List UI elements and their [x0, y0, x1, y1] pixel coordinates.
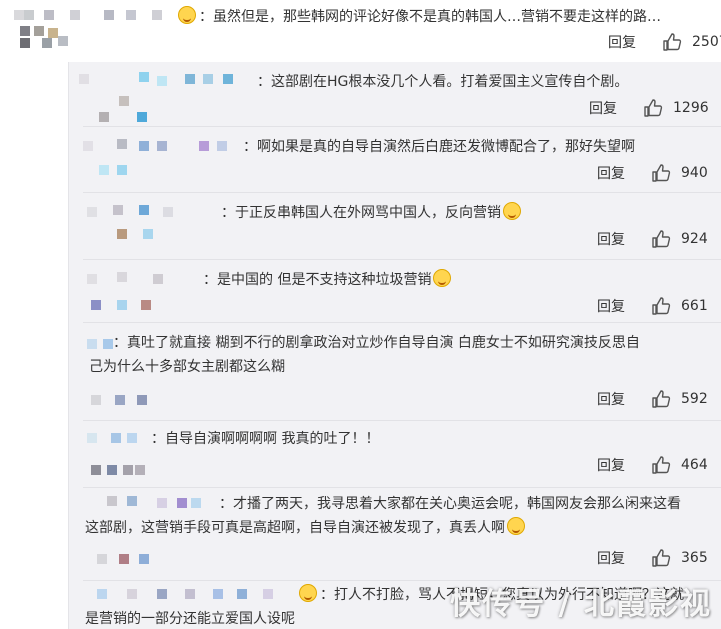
reply-text-line: ：是中国的 但是不支持这种垃圾营销 [203, 272, 432, 288]
like-count: 940 [681, 165, 708, 181]
like-count: 1296 [673, 100, 709, 116]
grin-emoji-icon [503, 202, 521, 220]
reply-text-line: ：这部剧在HG根本没几个人看。打着爱国主义宣传自个剧。 [257, 74, 629, 90]
reply-text-line: ：啊如果是真的自导自演然后白鹿还发微博配合了，那好失望啊 [243, 139, 635, 155]
reply-item: ：这部剧在HG根本没几个人看。打着爱国主义宣传自个剧。 回复 1296 [69, 62, 721, 126]
like-count: 592 [681, 391, 708, 407]
reply-button[interactable]: 回复 [597, 389, 625, 409]
reply-text-line: ：才播了两天，我寻思着大家都在关心奥运会呢，韩国网友会那么闲来这看 [219, 496, 681, 512]
reply-button[interactable]: 回复 [608, 32, 636, 52]
reply-button[interactable]: 回复 [597, 548, 625, 568]
blurred-username [14, 10, 174, 50]
like-count: 464 [681, 457, 708, 473]
like-count: 365 [681, 550, 708, 566]
like-count: 661 [681, 298, 708, 314]
top-comment: ：虽然但是，那些韩网的评论好像不是真的韩国人…营销不要走这样的路… 回复 250… [0, 0, 721, 62]
blurred-username [79, 72, 249, 126]
watermark: 快传号 / 北霞影视 [450, 587, 712, 622]
like-count: 924 [681, 231, 708, 247]
emoji-face-icon [178, 6, 196, 24]
emoji-face-icon [299, 584, 317, 602]
thumbs-up-icon[interactable] [651, 163, 671, 183]
grin-emoji-icon [433, 269, 452, 287]
blurred-username [83, 139, 243, 185]
reply-button[interactable]: 回复 [597, 229, 625, 249]
reply-item: ：真吐了就直接 糊到不行的剧拿政治对立炒作自导自演 白鹿女士不如研究演技反思自 … [69, 323, 721, 420]
blurred-username [87, 205, 217, 253]
reply-item: ：是中国的 但是不支持这种垃圾营销 回复 661 [69, 260, 721, 322]
reply-item: ：啊如果是真的自导自演然后白鹿还发微博配合了，那好失望啊 回复 940 [69, 127, 721, 192]
thumbs-up-icon[interactable] [651, 548, 671, 568]
reply-button[interactable]: 回复 [597, 163, 625, 183]
thumbs-up-icon[interactable] [651, 389, 671, 409]
top-comment-text: ：虽然但是，那些韩网的评论好像不是真的韩国人…营销不要走这样的路… [178, 6, 661, 26]
reply-item: ：才播了两天，我寻思着大家都在关心奥运会呢，韩国网友会那么闲来这看 这部剧，这营… [69, 488, 721, 580]
thumbs-up-icon[interactable] [651, 229, 671, 249]
like-count: 2507 [692, 34, 721, 50]
reply-text-line: ：真吐了就直接 糊到不行的剧拿政治对立炒作自导自演 白鹿女士不如研究演技反思自 [113, 335, 640, 351]
reply-text-line: ：自导自演啊啊啊啊 我真的吐了！！ [151, 431, 380, 447]
thumbs-up-icon[interactable] [651, 455, 671, 475]
replies-panel: ：这部剧在HG根本没几个人看。打着爱国主义宣传自个剧。 回复 1296 ：啊如果… [68, 62, 721, 629]
top-comment-actions: 回复 2507 [608, 32, 721, 52]
reply-text-line: 这部剧，这营销手段可真是高超啊，自导自演还被发现了，真丢人啊 [85, 516, 681, 540]
reply-button[interactable]: 回复 [589, 98, 617, 118]
reply-item: ：自导自演啊啊啊啊 我真的吐了！！ 回复 464 [69, 421, 721, 487]
reply-button[interactable]: 回复 [597, 296, 625, 316]
reply-item: ：于正反串韩国人在外网骂中国人，反向营销 回复 924 [69, 193, 721, 259]
thumbs-up-icon[interactable] [662, 32, 682, 52]
thumbs-up-icon[interactable] [651, 296, 671, 316]
yum-emoji-icon [507, 517, 525, 535]
reply-text-line: 己为什么十多部女主剧都这么糊 [89, 359, 285, 375]
blurred-username [87, 272, 207, 316]
thumbs-up-icon[interactable] [643, 98, 663, 118]
blurred-username [87, 587, 297, 607]
reply-button[interactable]: 回复 [597, 455, 625, 475]
reply-text-line: ：于正反串韩国人在外网骂中国人，反向营销 [221, 205, 501, 221]
